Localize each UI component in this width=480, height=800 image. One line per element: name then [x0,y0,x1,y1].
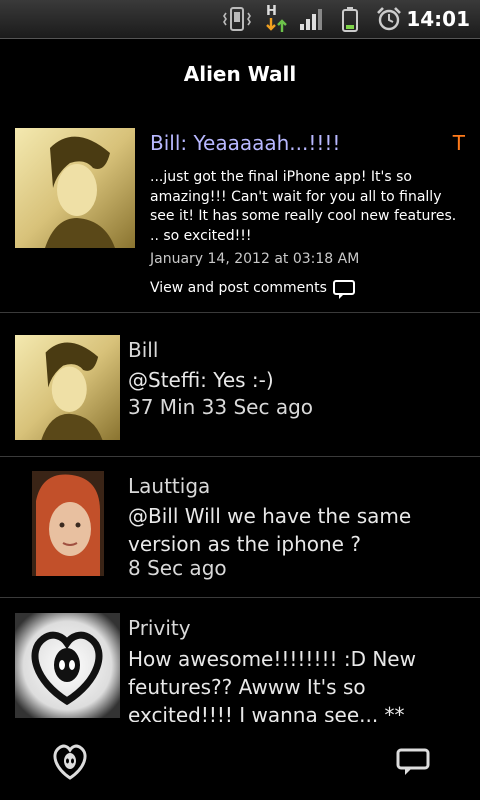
comment-bubble-icon[interactable] [333,280,355,300]
comment-text: @Steffi: Yes :-) [128,368,274,392]
post-title[interactable]: Bill: Yeaaaaah...!!!! [150,131,340,155]
comment-time: 37 Min 33 Sec ago [128,395,313,419]
divider [0,312,480,313]
avatar[interactable] [32,471,104,576]
divider [0,456,480,457]
comment-author[interactable]: Bill [128,338,158,362]
post-date: January 14, 2012 at 03:18 AM [150,251,360,267]
divider [0,597,480,598]
status-bar: H 14:01 [0,0,480,39]
status-time: 14:01 [406,7,470,31]
avatar[interactable] [15,613,120,718]
comment-author[interactable]: Privity [128,616,191,640]
view-comments-link[interactable]: View and post comments [150,280,327,296]
post-avatar[interactable] [15,128,135,248]
post-body: ...just got the final iPhone app! It's s… [150,169,457,244]
comment-text: @Bill Will we have the same version as t… [128,504,412,556]
post-badge: T [452,131,465,155]
bottom-bar [0,722,480,800]
alarm-icon [377,7,401,31]
vibrate-icon [223,7,251,31]
chat-bubble-icon[interactable] [396,748,430,776]
battery-icon [342,7,358,32]
comment-time: 8 Sec ago [128,556,227,580]
avatar[interactable] [15,335,120,440]
comment-text: How awesome!!!!!!!! :D New feutures?? Aw… [128,647,416,727]
alien-heart-icon[interactable] [50,742,90,782]
signal-icon [300,9,322,30]
network-h-icon: H [264,4,290,32]
page-title: Alien Wall [183,62,297,86]
comment-author[interactable]: Lauttiga [128,474,210,498]
